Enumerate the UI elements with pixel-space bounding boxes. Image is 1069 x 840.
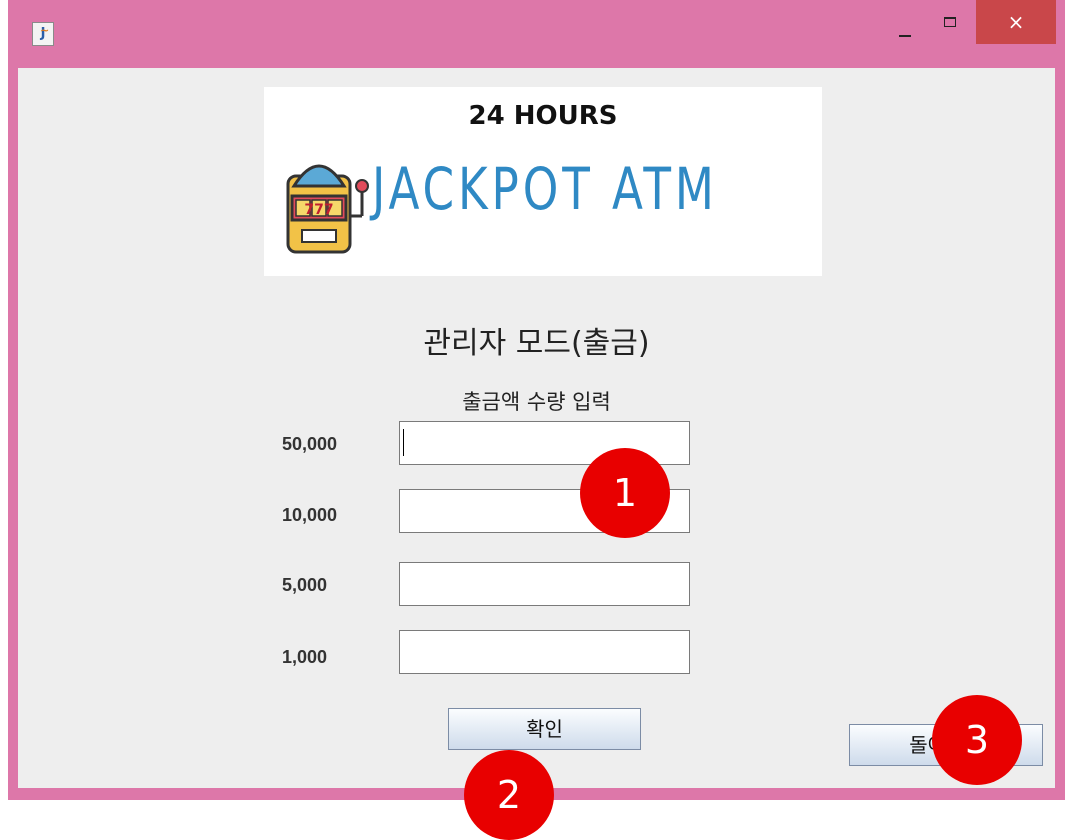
page-subtitle: 출금액 수량 입력 — [462, 390, 611, 414]
java-app-icon[interactable]: ~ J — [32, 22, 54, 46]
denomination-label-5000: 5,000 — [282, 575, 328, 595]
page-title: 관리자 모드(출금) — [423, 326, 650, 361]
banner-hours-text: 24 HOURS — [468, 101, 618, 131]
annotation-marker-3: 3 — [932, 695, 1022, 785]
app-window: ~ J × 24 HOURS 777 JACKPOT ATM 관리자 모드(출금) — [8, 0, 1065, 800]
jackpot-atm-banner: 24 HOURS 777 JACKPOT ATM — [264, 87, 822, 276]
content-panel: 24 HOURS 777 JACKPOT ATM 관리자 모드(출금) 출금액 … — [18, 68, 1055, 788]
denomination-input-1000[interactable] — [399, 630, 690, 674]
banner-logo-text: JACKPOT ATM — [372, 155, 718, 223]
text-caret — [403, 429, 404, 456]
annotation-marker-1: 1 — [580, 448, 670, 538]
maximize-button[interactable] — [928, 0, 972, 44]
title-bar[interactable]: ~ J × — [8, 0, 1065, 68]
annotation-marker-2: 2 — [464, 750, 554, 840]
slot-digits: 777 — [304, 202, 333, 218]
denomination-label-10000: 10,000 — [282, 505, 338, 525]
close-button[interactable]: × — [976, 0, 1056, 44]
denomination-label-1000: 1,000 — [282, 647, 328, 667]
minimize-button[interactable] — [883, 0, 927, 44]
confirm-button[interactable]: 확인 — [448, 708, 641, 750]
denomination-input-5000[interactable] — [399, 562, 690, 606]
denomination-label-50000: 50,000 — [282, 434, 338, 454]
slot-machine-icon: 777 — [286, 164, 369, 254]
